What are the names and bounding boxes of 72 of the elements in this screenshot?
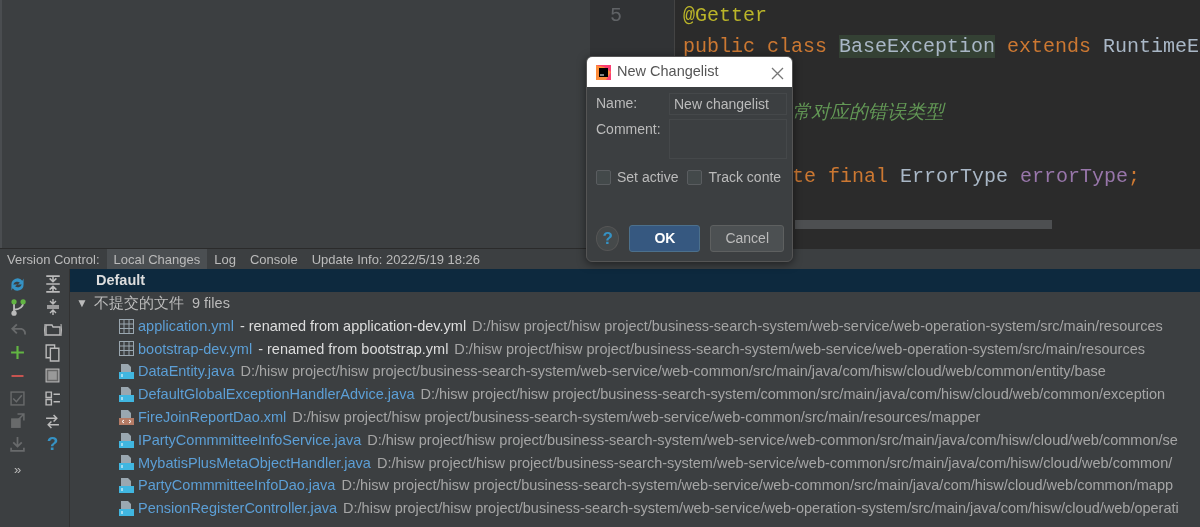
expand-arrow[interactable]: ▼ — [76, 292, 94, 315]
table-file-icon — [118, 340, 135, 358]
download-icon — [10, 435, 25, 452]
export-icon — [10, 413, 25, 430]
folder-icon — [43, 323, 62, 337]
tool-tab[interactable]: Console — [242, 248, 305, 270]
plus-icon — [10, 345, 25, 361]
java-file-icon — [118, 386, 135, 404]
rename-note: - renamed from bootstrap.yml — [258, 339, 449, 359]
file-path: D:/hisw project/hisw project/business-search-system/web-service/web-common/src/main/java/com/hisw/cloud/web/common/entity/base — [240, 362, 1106, 382]
code-line: te final ErrorType errorType; — [792, 165, 1141, 188]
expand-all-icon — [44, 275, 61, 294]
changelist-row[interactable]: Default — [70, 269, 1200, 292]
file-name[interactable]: DataEntity.java — [138, 360, 235, 384]
file-path: D:/hisw project/hisw project/business-search-system/web-service/web-operation-system/src/main/java/com/hisw/cloud/web/operati — [343, 499, 1179, 519]
code-line: @Getter — [683, 4, 767, 27]
file-name[interactable]: FireJoinReportDao.xml — [138, 406, 287, 429]
checkbox-icon — [10, 390, 25, 406]
help-button[interactable]: ? — [35, 432, 70, 456]
file-name[interactable]: bootstrap-dev.yml — [138, 337, 253, 361]
file-count: 9 files — [192, 294, 230, 313]
dialog-title: New Changelist — [617, 62, 719, 82]
checkbox-label: Set active — [617, 168, 679, 187]
comment-label: Comment: — [596, 120, 662, 139]
file-name[interactable]: PensionRegisterController.java — [138, 497, 338, 520]
file-name[interactable]: IPartyCommmitteeInfoService.java — [138, 428, 362, 452]
file-name[interactable]: PartyCommmitteeInfoDao.java — [138, 474, 336, 498]
java-file-icon — [118, 363, 135, 381]
file-path: D:/hisw project/hisw project/business-search-system/web-service/web-common/src/main/java/com/hisw/cloud/web/common/ — [376, 453, 1173, 473]
help-button[interactable]: ? — [596, 226, 620, 251]
tool-tab[interactable]: Update Info: 2022/5/19 18:26 — [304, 248, 488, 270]
xml-file-icon — [118, 408, 135, 426]
tool-window-label: Version Control: — [6, 250, 101, 269]
code-line: public class BaseException extends RuntimeE — [683, 35, 1200, 58]
file-name[interactable]: DefaultGlobalExceptionHandlerAdvice.java — [138, 383, 415, 406]
tool-tab[interactable]: Log — [207, 248, 243, 270]
ok-button[interactable]: OK — [629, 225, 701, 252]
copy-icon — [45, 343, 60, 362]
name-label: Name: — [596, 94, 639, 113]
file-path: D:/hisw project/hisw project/business-search-system/web-service/web-operation-system/src/main/resources — [454, 339, 1145, 359]
branch-icon — [9, 298, 26, 316]
collapse-all-icon — [44, 298, 61, 317]
checkbox[interactable] — [596, 170, 611, 185]
name-field[interactable]: New changelist — [669, 93, 787, 115]
file-path: D:/hisw project/hisw project/business-search-system/common/src/main/java/com/hisw/cloud/web/common/exception — [420, 385, 1166, 405]
code-line: 常对应的错误类型 — [792, 101, 944, 124]
file-path: D:/hisw project/hisw project/business-search-system/web-service/web-common/src/main/resources/mapper — [292, 408, 981, 427]
table-file-icon — [118, 317, 135, 335]
minus-icon — [10, 373, 25, 378]
java-file-icon — [118, 477, 135, 495]
checkbox[interactable] — [687, 170, 703, 185]
undo-icon — [9, 323, 26, 337]
java-file-icon — [118, 500, 135, 518]
refresh-icon — [9, 275, 26, 293]
file-name[interactable]: application.yml — [138, 314, 234, 338]
file-path: D:/hisw project/hisw project/business-search-system/web-service/web-common/src/main/java/com/hisw/cloud/web/common/se — [367, 430, 1178, 450]
java-file-icon — [118, 454, 135, 472]
checklist-icon — [44, 390, 61, 406]
file-path: D:/hisw project/hisw project/business-search-system/web-service/web-common/src/main/java/com/hisw/cloud/web/common/mapp — [341, 476, 1174, 496]
app-logo-icon — [595, 63, 612, 81]
swap-icon — [45, 413, 60, 429]
cancel-button[interactable]: Cancel — [710, 225, 784, 252]
window-icon — [45, 368, 60, 384]
file-path: D:/hisw project/hisw project/business-search-system/web-service/web-operation-system/src/main/resources — [472, 316, 1163, 336]
rename-note: - renamed from application-dev.yml — [239, 316, 467, 336]
more-button[interactable]: » — [0, 459, 35, 479]
tool-tab[interactable]: Local Changes — [106, 248, 208, 270]
file-name[interactable]: MybatisPlusMetaObjectHandler.java — [138, 451, 371, 475]
scrollbar-thumb[interactable] — [795, 220, 1052, 229]
group-name: 不提交的文件 — [94, 294, 184, 313]
checkbox-label: Track conte — [708, 168, 782, 187]
java-file-icon — [118, 431, 135, 449]
